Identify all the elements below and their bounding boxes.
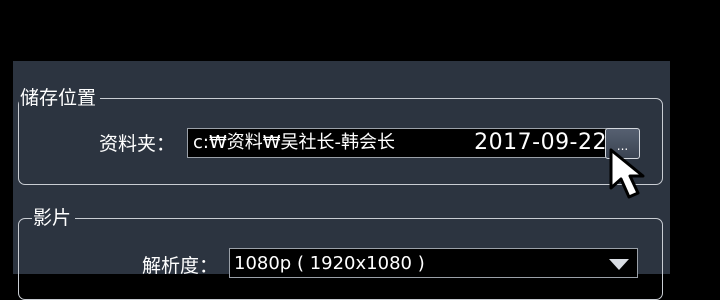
folder-date-text: 2017-09-22: [474, 130, 607, 155]
folder-path-text: c:₩资料₩吴社长-韩会长: [193, 132, 396, 153]
mouse-pointer-icon: [609, 148, 645, 199]
folder-path-field[interactable]: c:₩资料₩吴社长-韩会长 2017-09-22: [187, 128, 616, 158]
resolution-value: 1080p ( 1920x1080 ): [234, 253, 425, 274]
video-title: 影片: [32, 206, 76, 230]
folder-label: 资料夹：: [99, 133, 176, 155]
chevron-down-icon: [609, 259, 629, 270]
settings-dialog: 储存位置 资料夹： c:₩资料₩吴社长-韩会长 2017-09-22 ... 影…: [13, 61, 670, 300]
resolution-label: 解析度：: [142, 255, 219, 277]
storage-location-title: 储存位置: [19, 86, 101, 110]
